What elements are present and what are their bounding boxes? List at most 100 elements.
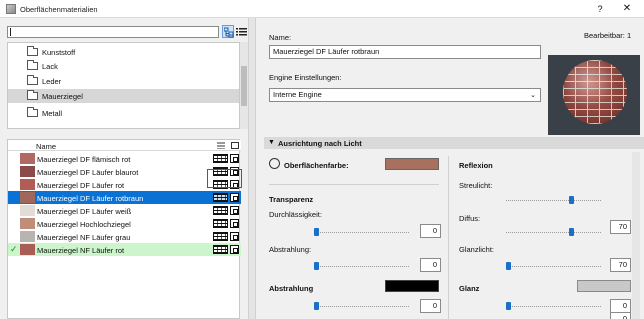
tree-item-mauerziegel[interactable]: Mauerziegel	[8, 89, 239, 103]
list-icon	[236, 28, 247, 36]
color-swatch	[20, 218, 35, 229]
texture-icon	[230, 245, 239, 254]
window-title: Oberflächenmaterialien	[20, 5, 98, 14]
texture-icon	[230, 219, 239, 228]
hatch-column-icon	[217, 142, 225, 149]
color-swatch	[20, 231, 35, 242]
folder-icon	[27, 60, 38, 70]
list-item[interactable]: Mauerziegel DF flämisch rot	[8, 152, 241, 165]
transparency-heading: Transparenz	[269, 195, 314, 204]
text-caret	[10, 28, 11, 36]
tree-scrollbar[interactable]	[240, 42, 248, 129]
list-header: Name	[8, 140, 241, 151]
material-preview	[548, 55, 640, 135]
hatch-pattern-icon	[213, 206, 228, 215]
preview-sphere	[563, 60, 627, 124]
emission-heading: Abstrahlung	[269, 284, 314, 293]
gloss-slider[interactable]	[506, 302, 601, 310]
permeability-slider[interactable]	[314, 228, 409, 236]
specular-slider[interactable]	[506, 262, 601, 270]
hatch-pattern-icon	[213, 154, 228, 163]
gloss-value[interactable]: 0	[610, 312, 631, 319]
permeability-value[interactable]: 0	[420, 224, 441, 238]
color-swatch	[20, 244, 35, 255]
emission-value[interactable]: 0	[420, 258, 441, 272]
hatch-pattern-icon	[213, 245, 228, 254]
list-item[interactable]: Mauerziegel Hochlochziegel	[8, 217, 241, 230]
diffuse-light-value[interactable]: 70	[610, 220, 631, 234]
close-button[interactable]: ✕	[621, 3, 633, 15]
hatch-pattern-icon	[213, 232, 228, 241]
checkmark-icon: ✓	[10, 244, 18, 254]
reflection-heading: Reflexion	[459, 161, 493, 170]
diffuse-light-slider[interactable]	[506, 196, 601, 204]
panel-splitter[interactable]	[248, 18, 256, 319]
diffuse-slider[interactable]	[506, 228, 601, 236]
folder-view-button[interactable]	[222, 25, 234, 38]
list-item-selected[interactable]: Mauerziegel DF Läufer rotbraun	[8, 191, 241, 204]
diffuse-label: Diffus:	[459, 214, 481, 223]
help-button[interactable]: ?	[594, 3, 606, 15]
folder-icon	[27, 46, 38, 56]
texture-column-icon	[231, 142, 239, 149]
divider	[269, 184, 439, 185]
color-swatch	[20, 205, 35, 216]
diffuse-light-label: Streulicht:	[459, 181, 493, 190]
folder-tree-icon	[224, 27, 234, 38]
emission-strength-value[interactable]: 0	[420, 299, 441, 313]
collapse-arrow-icon: ▼	[268, 139, 275, 146]
list-item[interactable]: Mauerziegel DF Läufer weiß	[8, 204, 241, 217]
category-tree[interactable]: Kunststoff Lack Leder Mauerziegel Metall	[7, 42, 240, 129]
highlight-box	[207, 169, 242, 188]
tree-item-leder[interactable]: Leder	[8, 74, 239, 88]
surface-color-chip[interactable]	[385, 158, 439, 170]
diffuse-value[interactable]: 70	[610, 258, 631, 272]
section-header[interactable]: ▼ Ausrichtung nach Licht	[264, 137, 644, 149]
texture-icon	[230, 154, 239, 163]
specular-value[interactable]: 0	[610, 299, 631, 313]
list-item[interactable]: Mauerziegel NF Läufer grau	[8, 230, 241, 243]
gloss-heading: Glanz	[459, 284, 480, 293]
color-swatch	[20, 153, 35, 164]
folder-icon	[27, 75, 38, 85]
settings-scrollbar[interactable]	[632, 152, 640, 319]
name-label: Name:	[269, 33, 292, 42]
divider	[448, 156, 449, 319]
color-swatch	[20, 166, 35, 177]
surface-color-label: Oberflächenfarbe:	[284, 161, 349, 170]
specular-label: Glanzlicht:	[459, 245, 495, 254]
hatch-pattern-icon	[213, 193, 228, 202]
texture-icon	[230, 206, 239, 215]
emission-strength-slider[interactable]	[314, 302, 409, 310]
emission-label: Abstrahlung:	[269, 245, 312, 254]
material-settings-panel: Name: Bearbeitbar: 1 Mauerziegel DF Läuf…	[256, 18, 644, 319]
tree-item-lack[interactable]: Lack	[8, 59, 239, 73]
list-view-button[interactable]	[236, 25, 247, 38]
folder-icon	[27, 107, 38, 117]
scrollbar-thumb[interactable]	[241, 66, 247, 106]
surface-color-icon	[269, 158, 280, 169]
editable-count: Bearbeitbar: 1	[584, 31, 632, 40]
hatch-pattern-icon	[213, 219, 228, 228]
material-name-input[interactable]: Mauerziegel DF Läufer rotbraun	[269, 45, 541, 59]
tree-item-metall[interactable]: Metall	[8, 106, 239, 120]
engine-settings-label: Engine Einstellungen:	[269, 73, 342, 82]
color-swatch	[20, 179, 35, 190]
engine-select[interactable]: Interne Engine ⌄	[269, 88, 541, 102]
permeability-label: Durchlässigkeit:	[269, 210, 322, 219]
color-swatch	[20, 192, 35, 203]
emission-color-chip[interactable]	[385, 280, 439, 292]
gloss-color-chip[interactable]	[577, 280, 631, 292]
column-header-name[interactable]: Name	[36, 142, 56, 151]
tree-item-kunststoff[interactable]: Kunststoff	[8, 45, 239, 59]
title-bar: Oberflächenmaterialien ? ✕	[0, 0, 644, 18]
folder-icon	[27, 90, 38, 100]
chevron-down-icon: ⌄	[530, 92, 536, 99]
material-list[interactable]: Name Mauerziegel DF flämisch rot Mauerzi…	[7, 139, 241, 319]
search-input[interactable]	[7, 26, 219, 38]
app-icon	[6, 4, 16, 14]
texture-icon	[230, 193, 239, 202]
list-item-checked[interactable]: ✓ Mauerziegel NF Läufer rot	[8, 243, 241, 256]
emission-slider[interactable]	[314, 262, 409, 270]
texture-icon	[230, 232, 239, 241]
